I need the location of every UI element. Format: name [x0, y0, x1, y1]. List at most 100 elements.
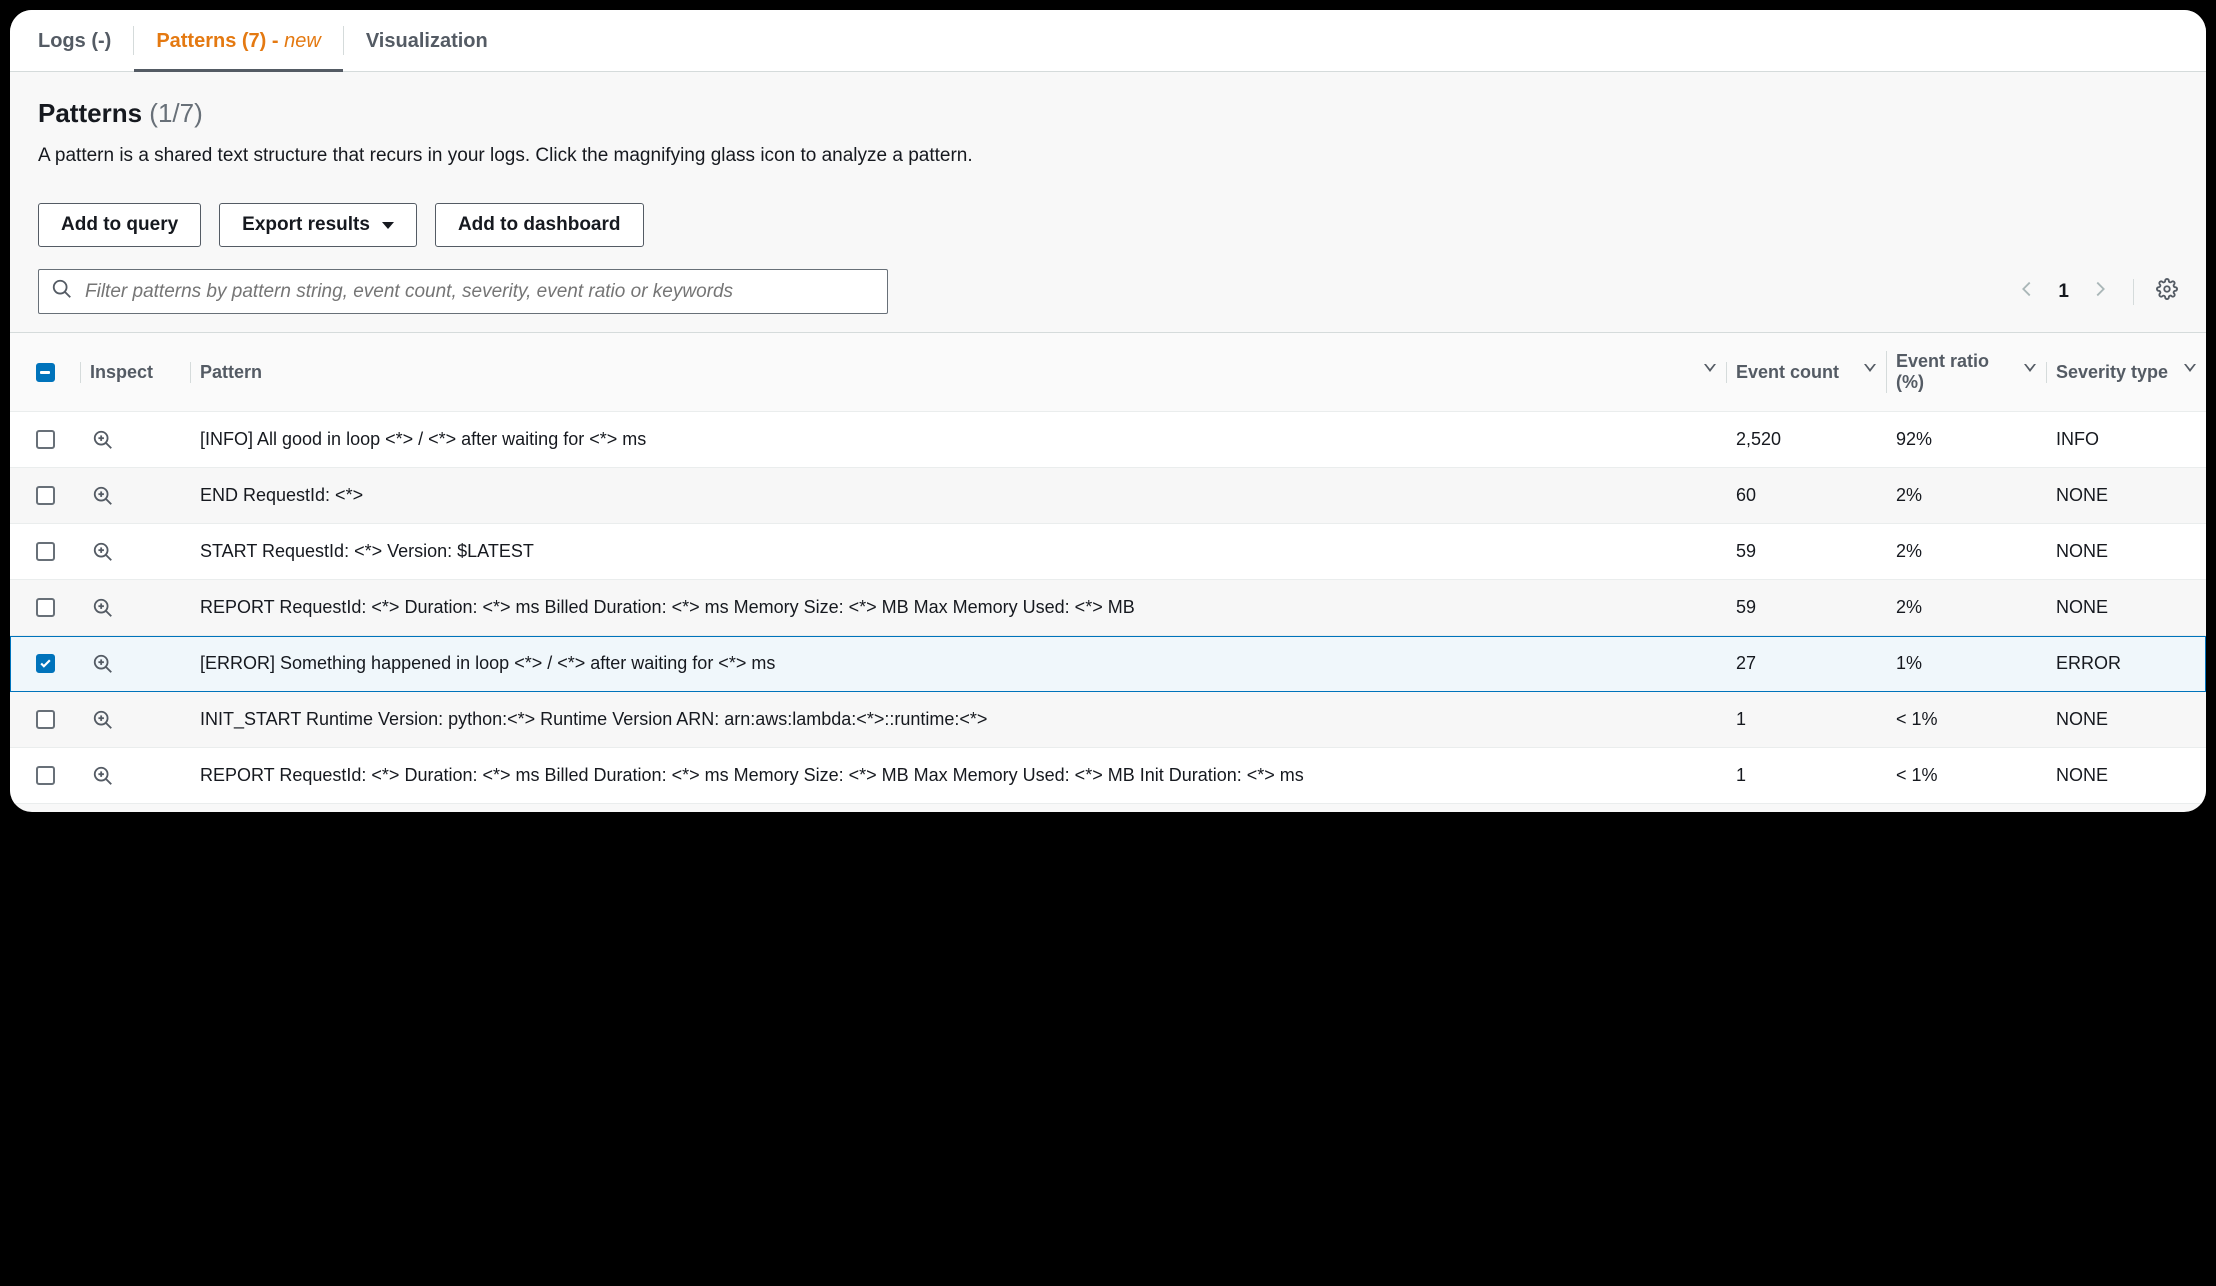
table-row[interactable]: END RequestId: <*>602%NONE	[10, 468, 2206, 524]
caret-down-icon	[382, 222, 394, 229]
row-checkbox-cell	[10, 584, 80, 631]
inspect-button[interactable]	[92, 709, 114, 731]
inspect-cell	[80, 415, 190, 465]
row-checkbox[interactable]	[36, 486, 55, 505]
col-severity[interactable]: Severity type	[2046, 344, 2206, 401]
event-ratio-cell: < 1%	[1886, 695, 2046, 744]
tab-patterns[interactable]: Patterns (7) - new	[134, 10, 343, 71]
row-checkbox[interactable]	[36, 430, 55, 449]
table-row[interactable]: [INFO] All good in loop <*> / <*> after …	[10, 412, 2206, 468]
pattern-cell: INIT_START Runtime Version: python:<*> R…	[190, 692, 1726, 747]
table-row[interactable]: INIT_START Runtime Version: python:<*> R…	[10, 692, 2206, 748]
next-page-button[interactable]	[2089, 278, 2111, 305]
tab-logs[interactable]: Logs (-)	[16, 10, 133, 71]
pagination-controls: 1	[2016, 278, 2178, 305]
add-to-dashboard-button[interactable]: Add to dashboard	[435, 203, 644, 247]
row-checkbox[interactable]	[36, 766, 55, 785]
event-count-cell: 59	[1726, 527, 1886, 576]
inspect-cell	[80, 695, 190, 745]
pattern-cell: END RequestId: <*>	[190, 468, 1726, 523]
pattern-cell: START RequestId: <*> Version: $LATEST	[190, 524, 1726, 579]
pattern-cell: [ERROR] Something happened in loop <*> /…	[190, 636, 1726, 691]
event-count-cell: 60	[1726, 471, 1886, 520]
table-row[interactable]: START RequestId: <*> Version: $LATEST592…	[10, 524, 2206, 580]
row-checkbox-cell	[10, 752, 80, 799]
page-description: A pattern is a shared text structure tha…	[38, 145, 2178, 167]
inspect-button[interactable]	[92, 485, 114, 507]
filter-input-container[interactable]	[38, 269, 888, 314]
row-checkbox[interactable]	[36, 710, 55, 729]
row-checkbox-cell	[10, 528, 80, 575]
event-count-cell: 27	[1726, 639, 1886, 688]
select-all-checkbox-cell	[10, 345, 80, 400]
inspect-button[interactable]	[92, 765, 114, 787]
tab-visualization[interactable]: Visualization	[344, 10, 510, 71]
filter-input[interactable]	[83, 280, 875, 304]
inspect-cell	[80, 583, 190, 633]
col-severity-label: Severity type	[2056, 362, 2168, 383]
inspect-cell	[80, 527, 190, 577]
row-checkbox[interactable]	[36, 542, 55, 561]
severity-cell: NONE	[2046, 527, 2206, 576]
inspect-button[interactable]	[92, 541, 114, 563]
severity-cell: INFO	[2046, 415, 2206, 464]
export-results-label: Export results	[242, 214, 370, 236]
event-ratio-cell: < 1%	[1886, 751, 2046, 800]
row-checkbox-cell	[10, 472, 80, 519]
inspect-cell	[80, 471, 190, 521]
tab-patterns-new: new	[284, 30, 321, 52]
add-to-query-button[interactable]: Add to query	[38, 203, 201, 247]
row-checkbox[interactable]	[36, 654, 55, 673]
event-ratio-cell: 1%	[1886, 639, 2046, 688]
row-checkbox-cell	[10, 416, 80, 463]
col-event-count[interactable]: Event count	[1726, 344, 1886, 401]
severity-cell: NONE	[2046, 751, 2206, 800]
page-title: Patterns (1/7)	[38, 98, 2178, 129]
inspect-cell	[80, 751, 190, 801]
table-row[interactable]: REPORT RequestId: <*> Duration: <*> ms B…	[10, 580, 2206, 636]
event-count-cell: 1	[1726, 751, 1886, 800]
severity-cell: NONE	[2046, 695, 2206, 744]
event-ratio-cell: 2%	[1886, 583, 2046, 632]
table-row[interactable]: [ERROR] Something happened in loop <*> /…	[10, 636, 2206, 692]
inspect-button[interactable]	[92, 597, 114, 619]
row-checkbox-cell	[10, 696, 80, 743]
col-inspect: Inspect	[80, 344, 190, 401]
pattern-cell: REPORT RequestId: <*> Duration: <*> ms B…	[190, 748, 1726, 803]
severity-cell: NONE	[2046, 583, 2206, 632]
col-pattern[interactable]: Pattern	[190, 344, 1726, 401]
row-checkbox-cell	[10, 640, 80, 687]
severity-cell: NONE	[2046, 471, 2206, 520]
tabs: Logs (-) Patterns (7) - new Visualizatio…	[10, 10, 2206, 72]
page-title-text: Patterns	[38, 98, 142, 128]
select-all-checkbox[interactable]	[36, 363, 55, 382]
event-count-cell: 59	[1726, 583, 1886, 632]
inspect-button[interactable]	[92, 653, 114, 675]
inspect-button[interactable]	[92, 429, 114, 451]
page-title-count: (1/7)	[149, 98, 202, 128]
patterns-table: Inspect Pattern Event count Event ratio …	[10, 332, 2206, 804]
action-bar: Add to query Export results Add to dashb…	[38, 203, 2178, 247]
event-ratio-cell: 92%	[1886, 415, 2046, 464]
inspect-cell	[80, 639, 190, 689]
export-results-button[interactable]: Export results	[219, 203, 417, 247]
tab-patterns-label: Patterns (7) -	[156, 30, 284, 52]
event-ratio-cell: 2%	[1886, 527, 2046, 576]
divider	[2133, 279, 2134, 305]
row-checkbox[interactable]	[36, 598, 55, 617]
pattern-cell: [INFO] All good in loop <*> / <*> after …	[190, 412, 1726, 467]
pattern-cell: REPORT RequestId: <*> Duration: <*> ms B…	[190, 580, 1726, 635]
col-event-count-label: Event count	[1736, 362, 1839, 383]
table-row[interactable]: REPORT RequestId: <*> Duration: <*> ms B…	[10, 748, 2206, 804]
search-icon	[51, 278, 73, 305]
severity-cell: ERROR	[2046, 639, 2206, 688]
event-ratio-cell: 2%	[1886, 471, 2046, 520]
col-event-ratio[interactable]: Event ratio (%)	[1886, 333, 2046, 411]
col-pattern-label: Pattern	[200, 362, 262, 383]
event-count-cell: 2,520	[1726, 415, 1886, 464]
table-header-row: Inspect Pattern Event count Event ratio …	[10, 333, 2206, 412]
prev-page-button[interactable]	[2016, 278, 2038, 305]
col-event-ratio-label: Event ratio (%)	[1896, 351, 2016, 393]
event-count-cell: 1	[1726, 695, 1886, 744]
settings-button[interactable]	[2156, 278, 2178, 305]
